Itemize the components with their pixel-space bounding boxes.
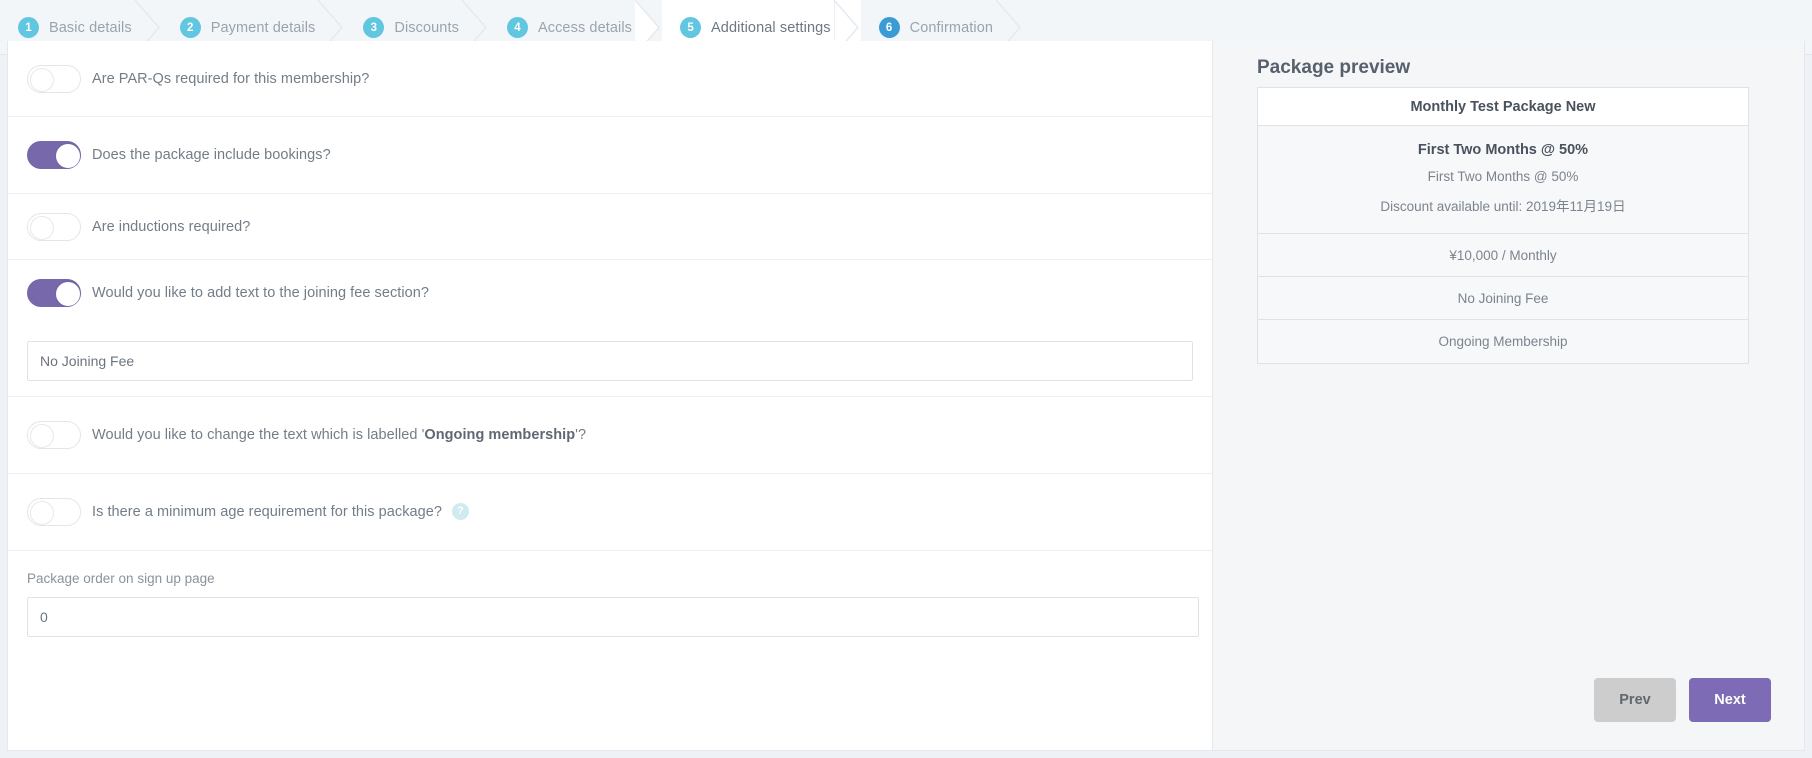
row-ongoing-membership-text: Would you like to change the text which …: [8, 397, 1212, 474]
package-order-label: Package order on sign up page: [27, 571, 215, 586]
package-preview-pane: Package preview Monthly Test Package New…: [1213, 41, 1804, 750]
ongoing-suffix: '?: [575, 427, 587, 443]
row-minimum-age: Is there a minimum age requirement for t…: [8, 474, 1212, 551]
toggle-knob: [30, 215, 54, 240]
toggle-knob: [30, 501, 54, 525]
step-number-5: 5: [680, 17, 702, 38]
row-joining-fee-text: Would you like to add text to the joinin…: [8, 260, 1212, 326]
ongoing-bold-text: Ongoing membership: [424, 427, 576, 443]
label-ongoing-membership-text: Would you like to change the text which …: [92, 427, 586, 443]
toggle-knob: [56, 144, 80, 168]
package-preview-title: Package preview: [1257, 57, 1411, 78]
preview-discount-until: Discount available until: 2019年11月19日: [1380, 199, 1626, 214]
label-minimum-age: Is there a minimum age requirement for t…: [92, 504, 442, 520]
package-preview-card: Monthly Test Package New First Two Month…: [1257, 87, 1749, 364]
preview-discount-subtitle: First Two Months @ 50%: [1427, 169, 1579, 184]
row-include-bookings: Does the package include bookings?: [8, 117, 1212, 194]
next-button[interactable]: Next: [1689, 678, 1771, 722]
toggle-include-bookings[interactable]: [27, 141, 81, 169]
wizard-footer-buttons: Prev Next: [1594, 678, 1771, 722]
label-joining-fee-text: Would you like to add text to the joinin…: [92, 285, 429, 301]
preview-package-name: Monthly Test Package New: [1258, 88, 1748, 126]
step-number-2: 2: [179, 17, 201, 38]
preview-price-row: ¥10,000 / Monthly: [1258, 234, 1748, 277]
row-parq-required: Are PAR-Qs required for this membership?: [8, 41, 1212, 117]
toggle-knob: [30, 424, 54, 448]
step-label-2: Payment details: [210, 19, 316, 36]
additional-settings-form: Are PAR-Qs required for this membership?…: [8, 41, 1213, 750]
step-label-6: Confirmation: [909, 19, 994, 36]
ongoing-prefix: Would you like to change the text which …: [92, 427, 425, 443]
wizard-content-card: Are PAR-Qs required for this membership?…: [7, 41, 1805, 751]
step-label-5: Additional settings: [711, 19, 831, 36]
joining-fee-input[interactable]: [27, 341, 1193, 381]
toggle-knob: [30, 67, 54, 92]
toggle-joining-fee-text[interactable]: [27, 279, 81, 307]
help-icon[interactable]: ?: [451, 502, 469, 520]
toggle-ongoing-membership-text[interactable]: [27, 421, 81, 449]
label-inductions-required: Are inductions required?: [92, 218, 251, 235]
prev-button[interactable]: Prev: [1594, 678, 1676, 722]
package-order-input[interactable]: [27, 597, 1199, 637]
toggle-knob: [56, 282, 80, 306]
step-number-6: 6: [878, 17, 900, 38]
toggle-inductions-required[interactable]: [27, 212, 81, 241]
package-order-block: Package order on sign up page: [8, 551, 1212, 637]
label-parq-required: Are PAR-Qs required for this membership?: [92, 70, 370, 87]
step-number-1: 1: [18, 17, 39, 38]
step-number-3: 3: [363, 17, 385, 38]
package-wizard-screen: 1 Basic details 2 Payment details 3 Disc…: [0, 0, 1812, 758]
step-label-3: Discounts: [394, 19, 459, 36]
row-inductions-required: Are inductions required?: [8, 194, 1212, 260]
step-number-4: 4: [506, 17, 528, 38]
joining-fee-input-wrap: [8, 326, 1212, 397]
preview-discount-title: First Two Months @ 50%: [1417, 142, 1589, 158]
toggle-minimum-age[interactable]: [27, 498, 81, 526]
step-label-4: Access details: [537, 19, 633, 36]
toggle-parq-required[interactable]: [27, 64, 81, 93]
step-label-1: Basic details: [49, 19, 132, 36]
preview-joining-fee-row: No Joining Fee: [1258, 277, 1748, 320]
preview-term-row: Ongoing Membership: [1258, 320, 1748, 363]
label-include-bookings: Does the package include bookings?: [92, 147, 331, 163]
preview-discount-section: First Two Months @ 50% First Two Months …: [1258, 126, 1748, 234]
